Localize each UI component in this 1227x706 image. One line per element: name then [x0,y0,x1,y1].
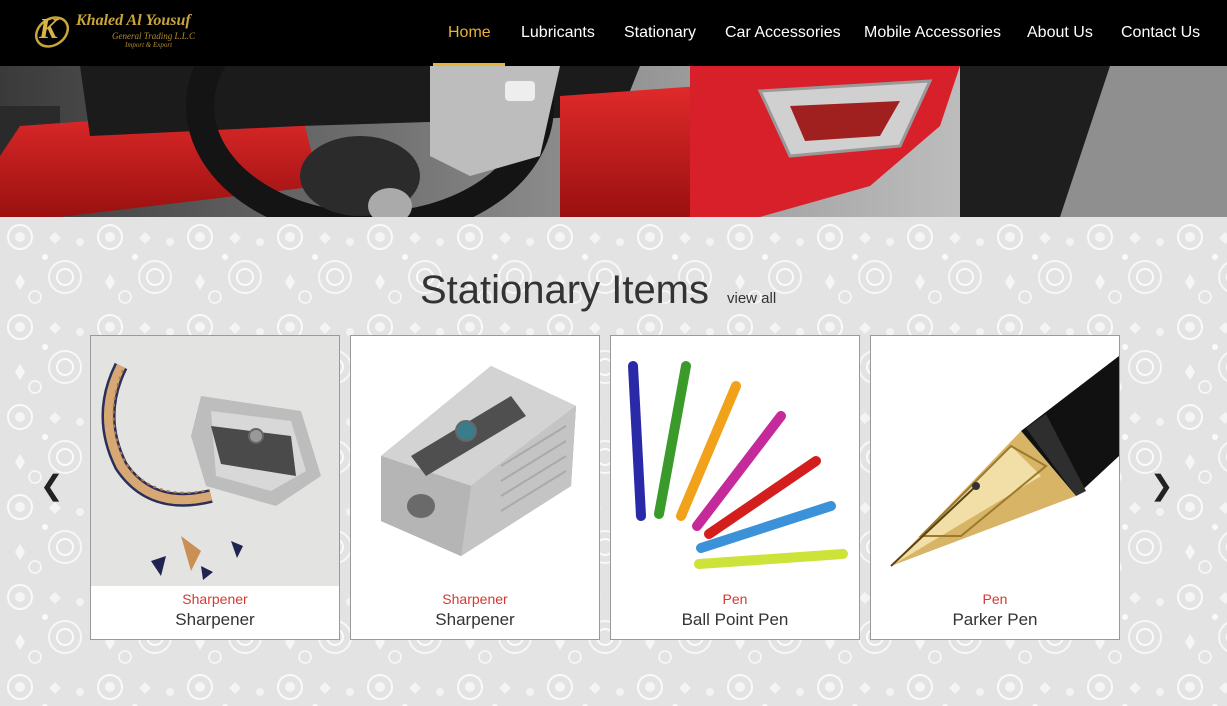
carousel-next-icon[interactable]: ❯ [1150,472,1173,500]
top-navbar: K Khaled Al Yousuf General Trading L.L.C… [0,0,1227,66]
product-name: Sharpener [175,610,255,629]
ballpoint-pens-image [611,336,859,586]
product-card[interactable]: Pen Parker Pen [870,335,1120,640]
product-category: Pen [982,591,1008,607]
product-card[interactable]: Pen Ball Point Pen [610,335,860,640]
nav-stationary[interactable]: Stationary [624,24,696,42]
carousel-prev-icon[interactable]: ❮ [40,472,63,500]
product-name: Parker Pen [952,610,1038,629]
nav-lubricants[interactable]: Lubricants [521,24,595,42]
logo-subtitle: General Trading L.L.C [112,31,196,41]
product-name: Ball Point Pen [681,610,789,629]
nav-contact-us[interactable]: Contact Us [1121,24,1200,42]
product-image [91,336,339,586]
metal-sharpener-image [351,336,599,586]
product-image [611,336,859,586]
product-card[interactable]: Sharpener Sharpener [90,335,340,640]
product-category: Pen [722,591,748,607]
hero-banner [0,66,1227,217]
product-image [871,336,1119,586]
product-image [351,336,599,586]
logo-tagline: Import & Export [125,41,173,49]
product-card[interactable]: Sharpener Sharpener [350,335,600,640]
nav-about-us[interactable]: About Us [1027,24,1093,42]
car-interior-image [0,66,1227,217]
logo-title: Khaled Al Yousuf [76,12,191,29]
logo-monogram-icon: K [34,14,70,48]
sharpener-shavings-image [91,336,339,586]
nav-home[interactable]: Home [448,24,491,42]
company-logo[interactable]: K Khaled Al Yousuf General Trading L.L.C… [30,8,220,56]
product-category: Sharpener [182,591,248,607]
product-category: Sharpener [442,591,508,607]
product-name: Sharpener [435,610,515,629]
svg-text:K: K [38,14,60,45]
nav-mobile-accessories[interactable]: Mobile Accessories [864,24,1001,42]
nav-car-accessories[interactable]: Car Accessories [725,24,841,42]
fountain-pen-image [871,336,1119,586]
view-all-link[interactable]: view all [727,290,776,307]
section-title: Stationary Items [420,268,710,312]
